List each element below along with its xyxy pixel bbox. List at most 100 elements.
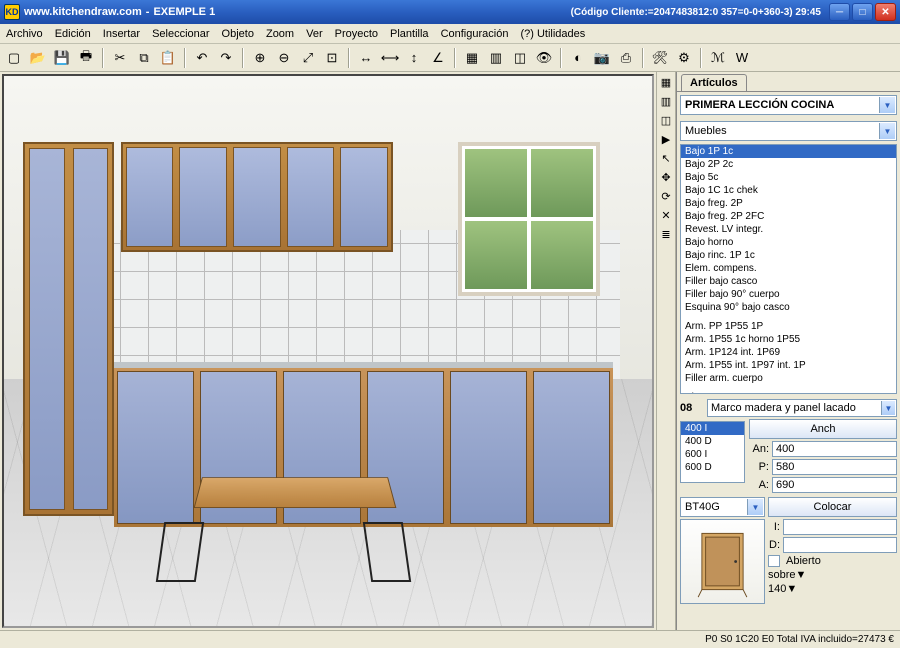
status-text: P0 S0 1C20 E0 Total IVA incluido=27473 €	[705, 634, 894, 645]
move-icon[interactable]: ✥	[658, 169, 674, 185]
open-icon[interactable]: 📂	[28, 48, 48, 68]
model-combo[interactable]: BT40G ▼	[680, 497, 765, 517]
input-p[interactable]: 580	[772, 459, 897, 475]
list-item[interactable]: Filler bajo casco	[681, 275, 896, 288]
elev-icon[interactable]: ▥	[658, 93, 674, 109]
item-listbox[interactable]: Bajo 1P 1cBajo 2P 2cBajo 5cBajo 1C 1c ch…	[680, 144, 897, 394]
dim-h-icon[interactable]: ⟷	[380, 48, 400, 68]
menu-plantilla[interactable]: Plantilla	[390, 28, 429, 40]
sel-icon[interactable]: ↖	[658, 150, 674, 166]
open-checkbox[interactable]	[768, 555, 780, 567]
settings-icon[interactable]: ⚙	[674, 48, 694, 68]
list-item[interactable]: Bajo rinc. 1P 1c	[681, 249, 896, 262]
menu-configuraci-n[interactable]: Configuración	[441, 28, 509, 40]
menu-seleccionar[interactable]: Seleccionar	[152, 28, 209, 40]
snapshot-icon[interactable]: ⎙	[616, 48, 636, 68]
title-bar: KD www.kitchendraw.com - EXEMPLE 1 (Códi…	[0, 0, 900, 24]
title-doc: EXEMPLE 1	[153, 6, 215, 18]
size-item[interactable]: 600 I	[681, 448, 744, 461]
view-top-icon[interactable]: ▦	[462, 48, 482, 68]
plan-icon[interactable]: ▦	[658, 74, 674, 90]
menu-zoom[interactable]: Zoom	[266, 28, 294, 40]
paste-icon[interactable]: 📋	[158, 48, 178, 68]
category-value: Muebles	[685, 125, 727, 137]
handle-combo[interactable]: sobre▼	[768, 569, 897, 581]
tools-icon[interactable]: 🛠	[650, 48, 670, 68]
view-elev-icon[interactable]: ▥	[486, 48, 506, 68]
rot-icon[interactable]: ⟳	[658, 188, 674, 204]
open-label: Abierto	[786, 555, 821, 567]
size-item[interactable]: 400 D	[681, 435, 744, 448]
size-listbox[interactable]: 400 I400 D600 I600 D	[680, 421, 745, 483]
save-icon[interactable]: 💾	[52, 48, 72, 68]
list-item[interactable]: Bajo horno	[681, 236, 896, 249]
list-item[interactable]: Bajo freg. 2P 2FC	[681, 210, 896, 223]
input-a[interactable]: 690	[772, 477, 897, 493]
list-item[interactable]: Elem. compens.	[681, 262, 896, 275]
close-button[interactable]: ✕	[875, 3, 896, 21]
redo-icon[interactable]: ↷	[216, 48, 236, 68]
view-walk-icon[interactable]: 👁	[534, 48, 554, 68]
list-item[interactable]: Revest. LV integr.	[681, 223, 896, 236]
chevron-down-icon: ▼	[786, 583, 797, 595]
list-item[interactable]: Arm. 1P124 int. 1P69	[681, 346, 896, 359]
cut-icon[interactable]: ✂	[110, 48, 130, 68]
lesson-combo[interactable]: PRIMERA LECCIÓN COCINA ▼	[680, 95, 897, 115]
menu--utilidades[interactable]: (?) Utilidades	[520, 28, 585, 40]
input-an[interactable]: 400	[772, 441, 897, 457]
list-item[interactable]: Bajo 1P 1c	[681, 145, 896, 158]
size-item[interactable]: 600 D	[681, 461, 744, 474]
list-item[interactable]: Bajo 5c	[681, 171, 896, 184]
input-i[interactable]	[783, 519, 897, 535]
list-item[interactable]: Filler bajo 90° cuerpo	[681, 288, 896, 301]
place-button[interactable]: Colocar	[768, 497, 897, 517]
render-icon[interactable]: ◐	[568, 48, 588, 68]
measure-icon[interactable]: ↔	[356, 48, 376, 68]
zoom-in-icon[interactable]: ⊕	[250, 48, 270, 68]
list-item[interactable]: Esquina 90° bajo casco	[681, 301, 896, 314]
viewport-3d[interactable]	[2, 74, 654, 628]
item-preview	[680, 519, 765, 604]
dim-v-icon[interactable]: ↕	[404, 48, 424, 68]
list-item[interactable]: Filler arm. cuerpo	[681, 372, 896, 385]
menu-objeto[interactable]: Objeto	[222, 28, 254, 40]
zoom-fit-icon[interactable]: ⤢	[298, 48, 318, 68]
list-item[interactable]: Bajo 1C 1c chek	[681, 184, 896, 197]
menu-edici-n[interactable]: Edición	[55, 28, 91, 40]
list-item[interactable]: Bajo freg. 2P	[681, 197, 896, 210]
list-item[interactable]: Alto 1P	[681, 391, 896, 394]
layers-icon[interactable]: ≣	[658, 226, 674, 242]
anch-button[interactable]: Anch	[749, 419, 897, 439]
size-item[interactable]: 400 I	[681, 422, 744, 435]
zoom-window-icon[interactable]: ⊡	[322, 48, 342, 68]
tab-articulos[interactable]: Artículos	[681, 74, 747, 91]
qty-combo[interactable]: 140▼	[768, 583, 897, 595]
list-item[interactable]: Arm. 1P55 1c horno 1P55	[681, 333, 896, 346]
maximize-button[interactable]: □	[852, 3, 873, 21]
style-combo[interactable]: Marco madera y panel lacado ▼	[707, 399, 897, 417]
menu-insertar[interactable]: Insertar	[103, 28, 140, 40]
3d-icon[interactable]: ◫	[658, 112, 674, 128]
list-item[interactable]: Arm. PP 1P55 1P	[681, 320, 896, 333]
menu-proyecto[interactable]: Proyecto	[335, 28, 378, 40]
minimize-button[interactable]: ─	[829, 3, 850, 21]
script-icon[interactable]: ℳ	[708, 48, 728, 68]
menu-archivo[interactable]: Archivo	[6, 28, 43, 40]
menu-ver[interactable]: Ver	[306, 28, 323, 40]
zoom-out-icon[interactable]: ⊖	[274, 48, 294, 68]
undo-icon[interactable]: ↶	[192, 48, 212, 68]
list-item[interactable]: Arm. 1P55 int. 1P97 int. 1P	[681, 359, 896, 372]
chevron-down-icon: ▼	[879, 123, 895, 139]
input-d[interactable]	[783, 537, 897, 553]
walk-icon[interactable]: ▶	[658, 131, 674, 147]
web-icon[interactable]: W	[732, 48, 752, 68]
new-icon[interactable]: ▢	[4, 48, 24, 68]
print-icon[interactable]: 🖶	[76, 48, 96, 68]
category-combo[interactable]: Muebles ▼	[680, 121, 897, 141]
copy-icon[interactable]: ⧉	[134, 48, 154, 68]
angle-icon[interactable]: ∠	[428, 48, 448, 68]
view-persp-icon[interactable]: ◫	[510, 48, 530, 68]
list-item[interactable]: Bajo 2P 2c	[681, 158, 896, 171]
del-icon[interactable]: ✕	[658, 207, 674, 223]
camera-icon[interactable]: 📷	[592, 48, 612, 68]
